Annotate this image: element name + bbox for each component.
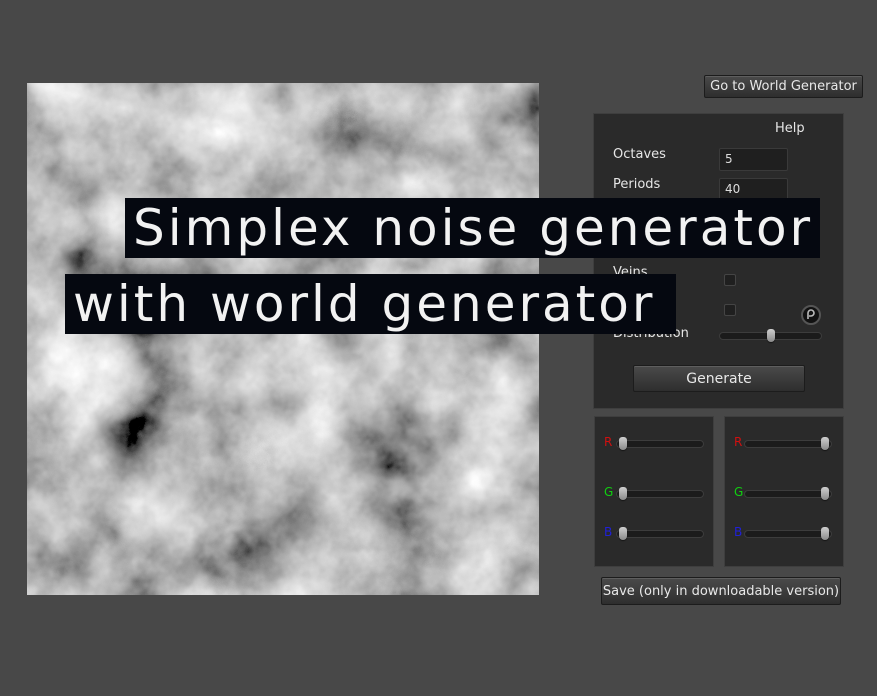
low-blue-label: B — [604, 525, 613, 539]
low-green-slider-thumb[interactable] — [619, 487, 627, 500]
title-banner-line2: with world generator — [65, 274, 676, 334]
high-green-label: G — [734, 485, 744, 499]
save-button[interactable]: Save (only in downloadable version) — [601, 577, 841, 605]
octaves-input[interactable]: 5 — [719, 148, 788, 171]
high-blue-slider-thumb[interactable] — [821, 527, 829, 540]
periods-label: Periods — [613, 177, 661, 192]
distribution-slider[interactable] — [719, 329, 822, 342]
low-red-label: R — [604, 435, 613, 449]
low-red-slider[interactable] — [616, 437, 704, 450]
low-green-slider[interactable] — [616, 487, 704, 500]
noise-preview — [27, 83, 539, 595]
high-blue-slider[interactable] — [744, 527, 832, 540]
low-blue-slider-thumb[interactable] — [619, 527, 627, 540]
option-checkbox[interactable] — [724, 304, 736, 316]
noise-texture — [27, 83, 539, 595]
high-green-slider-thumb[interactable] — [821, 487, 829, 500]
title-banner-line1: Simplex noise generator — [125, 198, 820, 258]
go-to-world-generator-button[interactable]: Go to World Generator — [704, 75, 863, 98]
logo-icon — [801, 305, 821, 325]
high-red-slider[interactable] — [744, 437, 832, 450]
high-red-slider-thumb[interactable] — [821, 437, 829, 450]
help-link[interactable]: Help — [775, 121, 805, 136]
high-red-label: R — [734, 435, 743, 449]
veins-checkbox[interactable] — [724, 274, 736, 286]
high-blue-label: B — [734, 525, 743, 539]
generate-button[interactable]: Generate — [633, 365, 805, 392]
high-green-slider[interactable] — [744, 487, 832, 500]
low-green-label: G — [604, 485, 614, 499]
low-red-slider-thumb[interactable] — [619, 437, 627, 450]
distribution-slider-thumb[interactable] — [766, 329, 775, 342]
low-blue-slider[interactable] — [616, 527, 704, 540]
octaves-label: Octaves — [613, 147, 666, 162]
